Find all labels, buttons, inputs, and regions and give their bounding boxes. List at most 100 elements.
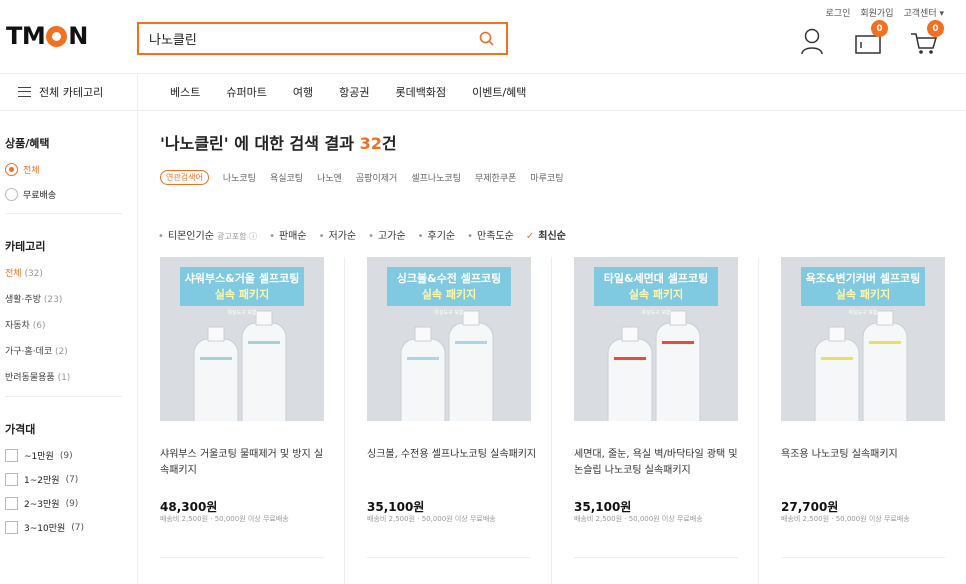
image-subtext: 욕실도구 포함 bbox=[641, 310, 671, 316]
related-keyword[interactable]: 마루코팅 bbox=[530, 171, 563, 184]
logo-text-left: TM bbox=[6, 22, 46, 50]
sort-newest[interactable]: 최신순 bbox=[526, 227, 566, 242]
bottle-body bbox=[400, 338, 446, 421]
image-subtext: 욕실도구 포함 bbox=[227, 310, 257, 316]
sort-high-price[interactable]: 고가순 bbox=[368, 227, 406, 242]
category-item[interactable]: 가구·홈·데코 (2) bbox=[5, 344, 137, 357]
category-item[interactable]: 반려동물용품 (1) bbox=[5, 370, 137, 383]
my-page-icon[interactable] bbox=[796, 26, 828, 56]
bottle-neck bbox=[621, 326, 639, 342]
tmon-logo[interactable]: TM N bbox=[6, 22, 88, 50]
ad-included-note: 광고포함 ⓘ bbox=[217, 232, 258, 241]
image-subtext: 욕실도구 포함 bbox=[434, 310, 464, 316]
divider bbox=[574, 557, 738, 558]
price-option[interactable]: 1~2만원 (7) bbox=[5, 473, 137, 486]
product-grid: 샤워부스&거울 셀프코팅 실속 패키지 욕실도구 포함 샤워부스 거울코팅 물때… bbox=[138, 257, 966, 584]
cart-count-badge: 0 bbox=[927, 20, 944, 37]
related-keyword[interactable]: 욕실코팅 bbox=[270, 171, 303, 184]
category-item[interactable]: 전체 (32) bbox=[5, 266, 137, 279]
radio-button[interactable] bbox=[5, 163, 18, 176]
related-keywords-tag: 연관검색어 bbox=[160, 170, 209, 185]
sort-low-price[interactable]: 저가순 bbox=[319, 227, 357, 242]
related-keyword[interactable]: 무제한쿠폰 bbox=[475, 171, 516, 184]
product-name[interactable]: 욕조용 나노코팅 실속패키지 bbox=[781, 447, 951, 463]
result-count: 32 bbox=[359, 134, 382, 153]
related-keyword[interactable]: 나노엔 bbox=[317, 171, 342, 184]
price-option[interactable]: 2~3만원 (9) bbox=[5, 497, 137, 510]
bottle-label-stripe bbox=[200, 357, 232, 360]
nav-links: 베스트 슈퍼마트 여행 항공권 롯데백화점 이벤트/혜택 bbox=[170, 74, 526, 110]
sort-tmon-popular[interactable]: 티몬인기순 광고포함 ⓘ bbox=[158, 227, 257, 242]
benefit-option-free-shipping[interactable]: 무료배송 bbox=[5, 188, 137, 201]
product-price: 48,300원 bbox=[160, 500, 218, 514]
divider bbox=[160, 557, 324, 558]
search-input[interactable] bbox=[149, 31, 478, 46]
all-categories-label: 전체 카테고리 bbox=[39, 86, 104, 99]
sort-sales[interactable]: 판매순 bbox=[269, 227, 307, 242]
image-subtext: 욕실도구 포함 bbox=[848, 310, 878, 316]
bottle-label-stripe bbox=[869, 341, 901, 344]
option-label: 전체 bbox=[23, 166, 40, 176]
image-banner: 타일&세면대 셀프코팅 실속 패키지 bbox=[594, 267, 718, 306]
sort-satisfaction[interactable]: 만족도순 bbox=[467, 227, 514, 242]
bottle-label-stripe bbox=[407, 357, 439, 360]
nav-travel[interactable]: 여행 bbox=[293, 84, 313, 100]
product-card[interactable]: 샤워부스&거울 셀프코팅 실속 패키지 욕실도구 포함 샤워부스 거울코팅 물때… bbox=[138, 257, 345, 584]
checkbox[interactable] bbox=[5, 473, 18, 486]
category-item[interactable]: 생활·주방 (23) bbox=[5, 292, 137, 305]
search-bar bbox=[137, 22, 508, 55]
bottle-label-stripe bbox=[821, 357, 853, 360]
product-card[interactable]: 욕조&변기커버 셀프코팅 실속 패키지 욕실도구 포함 욕조용 나노코팅 실속패… bbox=[759, 257, 966, 584]
checkbox[interactable] bbox=[5, 497, 18, 510]
customer-center-link[interactable]: 고객센터 ▾ bbox=[904, 6, 945, 19]
main-nav: 전체 카테고리 베스트 슈퍼마트 여행 항공권 롯데백화점 이벤트/혜택 bbox=[0, 73, 966, 111]
all-categories-button[interactable]: 전체 카테고리 bbox=[0, 74, 138, 110]
product-card[interactable]: 싱크볼&수전 셀프코팅 실속 패키지 욕실도구 포함 싱크볼, 수전용 셀프나노… bbox=[345, 257, 552, 584]
cart-icon[interactable]: 0 bbox=[908, 20, 944, 56]
price-option[interactable]: ~1만원 (9) bbox=[5, 449, 137, 462]
category-item[interactable]: 자동차 (6) bbox=[5, 318, 137, 331]
logo-o-mark bbox=[46, 25, 68, 47]
shipping-info: 배송비 2,500원 · 50,000원 이상 무료배송 bbox=[574, 515, 703, 523]
checkbox[interactable] bbox=[5, 449, 18, 462]
bottle-neck bbox=[414, 326, 432, 342]
bottle-body bbox=[814, 338, 860, 421]
divider bbox=[5, 213, 122, 214]
product-name[interactable]: 싱크볼, 수전용 셀프나노코팅 실속패키지 bbox=[367, 447, 537, 463]
product-image[interactable]: 타일&세면대 셀프코팅 실속 패키지 욕실도구 포함 bbox=[574, 257, 738, 421]
product-image[interactable]: 싱크볼&수전 셀프코팅 실속 패키지 욕실도구 포함 bbox=[367, 257, 531, 421]
product-name[interactable]: 샤워부스 거울코팅 물때제거 및 방지 실속패키지 bbox=[160, 447, 330, 479]
bottle-body bbox=[193, 338, 239, 421]
product-image[interactable]: 욕조&변기커버 셀프코팅 실속 패키지 욕실도구 포함 bbox=[781, 257, 945, 421]
signup-link[interactable]: 회원가입 bbox=[860, 6, 893, 19]
product-image[interactable]: 샤워부스&거울 셀프코팅 실속 패키지 욕실도구 포함 bbox=[160, 257, 324, 421]
nav-supermart[interactable]: 슈퍼마트 bbox=[226, 84, 266, 100]
related-keyword[interactable]: 셀프나노코팅 bbox=[411, 171, 461, 184]
product-card[interactable]: 타일&세면대 셀프코팅 실속 패키지 욕실도구 포함 세면대, 줄눈, 욕실 벽… bbox=[552, 257, 759, 584]
nav-best[interactable]: 베스트 bbox=[170, 84, 200, 100]
search-icon[interactable] bbox=[478, 30, 496, 48]
related-keyword[interactable]: 나노코팅 bbox=[223, 171, 256, 184]
hamburger-icon bbox=[18, 87, 31, 97]
sort-reviews[interactable]: 후기순 bbox=[418, 227, 456, 242]
image-banner: 샤워부스&거울 셀프코팅 실속 패키지 bbox=[180, 267, 304, 306]
radio-button[interactable] bbox=[5, 188, 18, 201]
product-name[interactable]: 세면대, 줄눈, 욕실 벽/바닥타일 광택 및 논슬립 나노코팅 실속패키지 bbox=[574, 447, 744, 479]
wishlist-icon[interactable]: 0 bbox=[852, 20, 888, 56]
checkbox[interactable] bbox=[5, 521, 18, 534]
bottle-label-stripe bbox=[662, 341, 694, 344]
shipping-info: 배송비 2,500원 · 50,000원 이상 무료배송 bbox=[367, 515, 496, 523]
nav-events[interactable]: 이벤트/혜택 bbox=[472, 84, 526, 100]
benefit-option-all[interactable]: 전체 bbox=[5, 163, 137, 176]
wishlist-count-badge: 0 bbox=[871, 20, 888, 37]
image-banner: 싱크볼&수전 셀프코팅 실속 패키지 bbox=[387, 267, 511, 306]
nav-flights[interactable]: 항공권 bbox=[339, 84, 369, 100]
nav-lotte-dept[interactable]: 롯데백화점 bbox=[395, 84, 446, 100]
login-link[interactable]: 로그인 bbox=[826, 6, 851, 19]
shipping-info: 배송비 2,500원 · 50,000원 이상 무료배송 bbox=[160, 515, 289, 523]
price-option[interactable]: 3~10만원 (7) bbox=[5, 521, 137, 534]
header-icons: 0 0 bbox=[796, 20, 944, 56]
related-keyword[interactable]: 곰팡이제거 bbox=[356, 171, 397, 184]
bottle-body bbox=[448, 322, 494, 421]
bottle-label-stripe bbox=[614, 357, 646, 360]
